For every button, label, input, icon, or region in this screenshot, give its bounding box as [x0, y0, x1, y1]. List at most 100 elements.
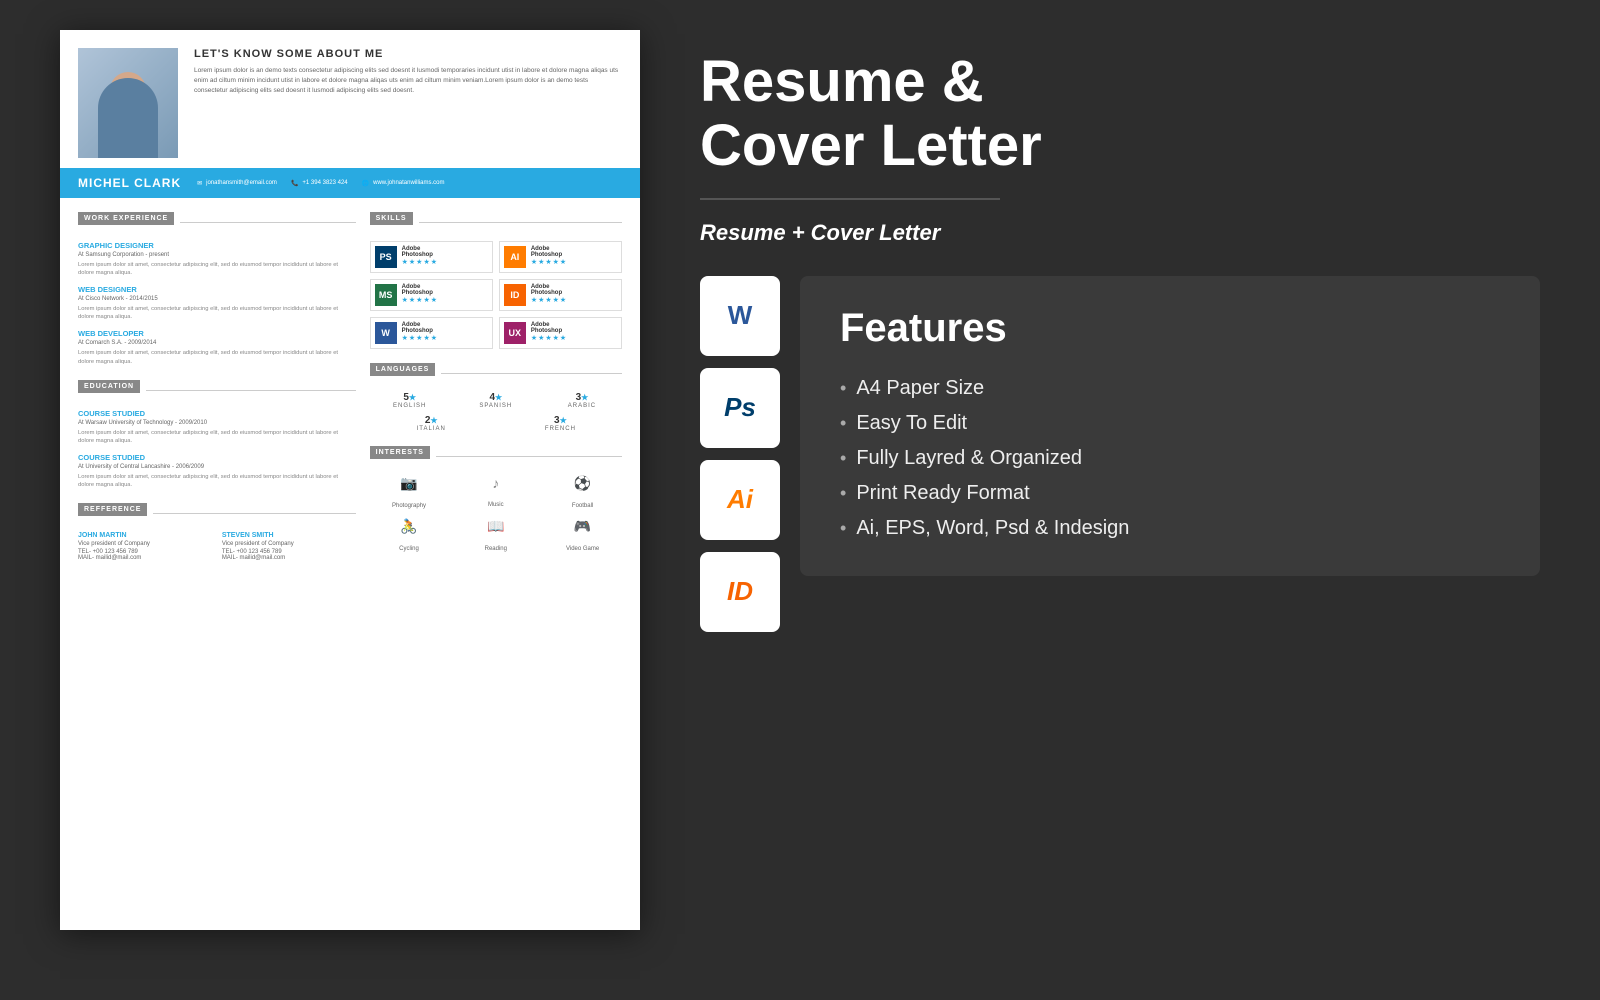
ref-2-name: STEVEN SMITH [222, 532, 356, 539]
course-2-desc: Lorem ipsum dolor sit amet, consectetur … [78, 473, 356, 489]
ps-icon-label: Ps [724, 392, 756, 423]
product-title: Resume & Cover Letter [700, 50, 1540, 178]
bullet-2: • [840, 413, 846, 434]
lang-spanish-score: 4★ [456, 392, 536, 403]
football-label: Football [572, 503, 593, 509]
features-panel: Features • A4 Paper Size • Easy To Edit … [800, 276, 1540, 576]
ref-1-name: JOHN MARTIN [78, 532, 212, 539]
work-section-header: WORK EXPERIENCE [78, 212, 356, 233]
skills-section-title: SKILLS [370, 212, 413, 225]
resume-right-col: SKILLS PS AdobePhotoshop ★★★★★ AI [370, 212, 622, 575]
skills-section-header: SKILLS [370, 212, 622, 233]
course-2-title: COURSE STUDIED [78, 453, 356, 462]
person-name: MICHEL CLARK [78, 176, 181, 190]
product-title-line1: Resume & [700, 49, 984, 114]
music-label: Music [488, 502, 504, 508]
features-list: • A4 Paper Size • Easy To Edit • Fully L… [840, 371, 1500, 546]
feature-3-label: Fully Layred & Organized [856, 447, 1082, 470]
sw-icon-id: ID [700, 552, 780, 632]
intro-heading: LET'S KNOW SOME ABOUT ME [194, 48, 622, 60]
phone-value: +1 394 3823 424 [302, 180, 347, 186]
ps-stars: ★★★★★ [402, 258, 438, 266]
bullet-3: • [840, 448, 846, 469]
website-item: 🌐 www.johnatanwilliams.com [362, 180, 445, 187]
feature-1-label: A4 Paper Size [856, 377, 984, 400]
photography-label: Photography [392, 503, 426, 509]
ref-section-title: REFFERENCE [78, 503, 147, 516]
intro-text: Lorem ipsum dolor is an demo texts conse… [194, 66, 622, 95]
lang-section-title: LANGUAGES [370, 363, 436, 376]
skill-ai: AI AdobePhotoshop ★★★★★ [499, 241, 622, 273]
skills-grid: PS AdobePhotoshop ★★★★★ AI AdobePhotosho… [370, 241, 622, 349]
lang-italian: 2★ ITALIAN [370, 415, 493, 432]
resume-header: LET'S KNOW SOME ABOUT ME Lorem ipsum dol… [60, 30, 640, 158]
phone-icon: 📞 [291, 180, 298, 187]
ai-icon-box: AI [504, 246, 526, 268]
feature-4-label: Print Ready Format [856, 482, 1029, 505]
edu-section-header: EDUCATION [78, 380, 356, 401]
skill-ps: PS AdobePhotoshop ★★★★★ [370, 241, 493, 273]
job-1-desc: Lorem ipsum dolor sit amet, consectetur … [78, 261, 356, 277]
interests-grid-top: 📷 Photography ♪ Music ⚽ Football [370, 475, 622, 512]
lang-arabic-label: ARABIC [542, 403, 622, 409]
lang-english: 5★ ENGLISH [370, 392, 450, 409]
lang-english-label: ENGLISH [370, 403, 450, 409]
skills-section: SKILLS PS AdobePhotoshop ★★★★★ AI [370, 212, 622, 349]
lang-italian-label: ITALIAN [370, 426, 493, 432]
id-stars: ★★★★★ [531, 296, 567, 304]
languages-section: LANGUAGES 5★ ENGLISH 4★ SPANISH [370, 363, 622, 432]
ref-section-header: REFFERENCE [78, 503, 356, 524]
camera-icon: 📷 [370, 475, 449, 492]
ux-name: AdobePhotoshop [531, 322, 567, 334]
cycling-label: Cycling [399, 546, 419, 552]
phone-item: 📞 +1 394 3823 424 [291, 180, 348, 187]
ms-icon-box: MS [375, 284, 397, 306]
interest-cycling: 🚴 Cycling [370, 518, 449, 555]
sw-icon-word: W [700, 276, 780, 356]
course-1-desc: Lorem ipsum dolor sit amet, consectetur … [78, 429, 356, 445]
feature-2-label: Easy To Edit [856, 412, 967, 435]
skill-id: ID AdobePhotoshop ★★★★★ [499, 279, 622, 311]
lang-spanish: 4★ SPANISH [456, 392, 536, 409]
feature-item-5: • Ai, EPS, Word, Psd & Indesign [840, 511, 1500, 546]
skill-ms: MS AdobePhotoshop ★★★★★ [370, 279, 493, 311]
sw-icon-ps: Ps [700, 368, 780, 448]
education-section: EDUCATION COURSE STUDIED At Warsaw Unive… [78, 380, 356, 489]
ms-info: AdobePhotoshop ★★★★★ [402, 284, 438, 304]
ref-2-mail: MAIL- mailid@mail.com [222, 555, 356, 561]
email-icon: ✉ [197, 180, 202, 187]
bullet-1: • [840, 378, 846, 399]
lang-section-header: LANGUAGES [370, 363, 622, 384]
skill-ux: UX AdobePhotoshop ★★★★★ [499, 317, 622, 349]
videogame-label: Video Game [566, 546, 599, 552]
interest-music: ♪ Music [456, 475, 535, 512]
course-1-company: At Warsaw University of Technology - 200… [78, 420, 356, 426]
job-2: WEB DESIGNER At Cisco Network - 2014/201… [78, 285, 356, 321]
lang-spanish-label: SPANISH [456, 403, 536, 409]
ux-stars: ★★★★★ [531, 334, 567, 342]
job-1: GRAPHIC DESIGNER At Samsung Corporation … [78, 241, 356, 277]
id-info: AdobePhotoshop ★★★★★ [531, 284, 567, 304]
feature-item-1: • A4 Paper Size [840, 371, 1500, 406]
ux-info: AdobePhotoshop ★★★★★ [531, 322, 567, 342]
id-icon-label: ID [727, 576, 753, 607]
work-section-divider [180, 222, 355, 223]
course-1: COURSE STUDIED At Warsaw University of T… [78, 409, 356, 445]
edu-section-title: EDUCATION [78, 380, 140, 393]
bullet-5: • [840, 518, 846, 539]
lang-french-score: 3★ [499, 415, 622, 426]
email-item: ✉ jonathansmith@email.com [197, 180, 277, 187]
product-title-line2: Cover Letter [700, 113, 1042, 178]
lang-arabic-score: 3★ [542, 392, 622, 403]
reference-section: REFFERENCE JOHN MARTIN Vice president of… [78, 503, 356, 561]
software-icons-list: W Ps Ai ID [700, 276, 780, 632]
id-icon-box: ID [504, 284, 526, 306]
cycling-icon: 🚴 [370, 518, 449, 535]
website-value: www.johnatanwilliams.com [373, 180, 444, 186]
ps-info: AdobePhotoshop ★★★★★ [402, 246, 438, 266]
resume-photo [78, 48, 178, 158]
w-info: AdobePhotoshop ★★★★★ [402, 322, 438, 342]
ref-2-title: Vice president of Company [222, 541, 356, 547]
resume-intro: LET'S KNOW SOME ABOUT ME Lorem ipsum dol… [194, 48, 622, 95]
interest-photography: 📷 Photography [370, 475, 449, 512]
